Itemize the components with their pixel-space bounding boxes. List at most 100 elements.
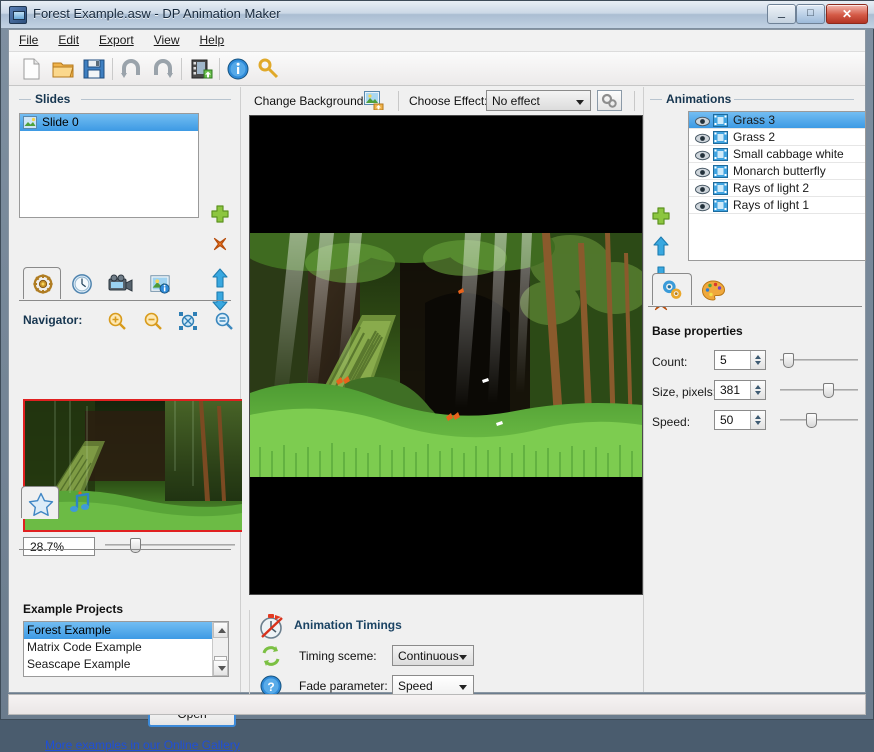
chevron-down-icon [459,685,467,690]
timing-scheme-label: Timing sceme: [299,649,377,663]
list-item[interactable]: Small cabbage white [689,146,865,163]
list-item[interactable]: Seascape Example [24,656,228,673]
add-animation-button[interactable] [650,205,672,227]
redo-icon[interactable] [150,57,174,81]
animation-type-icon [713,131,728,144]
list-item[interactable]: Grass 2 [689,129,865,146]
chevron-down-icon [459,655,467,660]
count-slider[interactable] [780,352,858,368]
open-folder-icon[interactable] [51,57,75,81]
fit-to-window-icon[interactable] [178,311,198,331]
list-item[interactable]: Matrix Code Example [24,639,228,656]
title-bar: Forest Example.asw - DP Animation Maker … [1,1,874,29]
animation-label: Grass 2 [733,130,776,144]
preview-canvas[interactable] [249,115,643,595]
visibility-icon[interactable] [695,183,710,195]
speed-stepper[interactable]: 50 [714,410,766,430]
slider-knob[interactable] [806,413,817,428]
main-toolbar [9,52,865,86]
new-icon[interactable] [19,57,43,81]
tab-timeline[interactable] [62,267,100,299]
list-item[interactable]: Slide 0 [20,114,198,131]
size-spin-buttons[interactable] [750,381,765,399]
tab-navigator[interactable] [23,267,61,300]
menu-view[interactable]: View [144,30,190,49]
effect-select[interactable]: No effect [486,90,591,111]
picture-import-icon[interactable] [364,91,384,111]
change-background-label[interactable]: Change Background [254,94,363,108]
stopwatch-icon [257,612,285,640]
timing-scheme-select[interactable]: Continuous [392,645,474,666]
zoom-out-icon[interactable] [143,311,163,331]
menu-file[interactable]: File [9,30,48,49]
actual-size-icon[interactable] [214,311,234,331]
online-gallery-link[interactable]: More examples in our Online Gallery [45,738,240,752]
tab-music[interactable] [60,486,98,518]
menu-help[interactable]: Help [190,30,235,49]
size-slider[interactable] [780,382,858,398]
minimize-button[interactable]: – [767,4,796,24]
minimize-icon: – [777,9,786,24]
example-projects-list[interactable]: Forest Example Matrix Code Example Seasc… [23,621,229,677]
loop-arrows-icon [259,644,283,668]
count-label: Count: [652,355,688,369]
close-button[interactable]: ✕ [826,4,868,24]
list-item[interactable]: Waterfall Example [24,673,228,676]
fade-parameter-select[interactable]: Speed [392,675,474,696]
slides-list[interactable]: Slide 0 [19,113,199,218]
slider-knob[interactable] [783,353,794,368]
animation-type-icon [713,114,728,127]
menu-export[interactable]: Export [89,30,144,49]
speed-slider[interactable] [780,412,858,428]
list-item[interactable]: Forest Example [24,622,212,639]
visibility-icon[interactable] [695,149,710,161]
undo-icon[interactable] [120,57,144,81]
scroll-down-button[interactable] [213,660,228,676]
visibility-icon[interactable] [695,200,710,212]
menu-bar: File Edit Export View Help [9,30,865,52]
zoom-in-icon[interactable] [107,311,127,331]
list-item[interactable]: Monarch butterfly [689,163,865,180]
application-window: Forest Example.asw - DP Animation Maker … [0,0,874,752]
tab-color-properties[interactable] [693,273,733,305]
chevron-down-icon [576,100,584,105]
export-video-icon[interactable] [189,57,213,81]
move-animation-up-button[interactable] [650,235,672,257]
speed-label: Speed: [652,415,691,429]
list-item[interactable]: Grass 3 [689,112,865,129]
visibility-icon[interactable] [695,166,710,178]
svg-text:?: ? [267,680,274,694]
key-icon[interactable] [257,57,281,81]
animation-timings-title: Animation Timings [294,618,402,632]
info-icon[interactable] [226,57,250,81]
center-panel: Change Background Choose Effect: No effe… [242,87,643,710]
maximize-button[interactable]: □ [796,4,825,24]
scroll-up-button[interactable] [213,622,228,638]
maximize-icon: □ [807,7,814,19]
animations-list[interactable]: Grass 3 Grass 2 Small cabbage white Mona… [688,111,866,261]
count-stepper[interactable]: 5 [714,350,766,370]
effect-settings-button[interactable] [597,90,622,111]
animation-type-icon [713,199,728,212]
visibility-icon[interactable] [695,115,710,127]
menu-edit-label: Edit [58,33,80,47]
slider-knob[interactable] [823,383,834,398]
size-stepper[interactable]: 381 [714,380,766,400]
tab-video[interactable] [101,267,139,299]
tab-example-projects[interactable] [21,486,59,519]
tab-base-properties[interactable] [652,273,692,306]
delete-slide-button[interactable] [209,235,231,257]
close-icon: ✕ [841,7,853,21]
menu-help-label: Help [199,33,225,47]
save-icon[interactable] [82,57,106,81]
visibility-icon[interactable] [695,132,710,144]
list-item[interactable]: Rays of light 1 [689,197,865,214]
count-spin-buttons[interactable] [750,351,765,369]
speed-spin-buttons[interactable] [750,411,765,429]
examples-scrollbar[interactable] [212,622,228,676]
menu-edit[interactable]: Edit [48,30,89,49]
tab-image-info[interactable] [140,267,178,299]
list-item[interactable]: Rays of light 2 [689,180,865,197]
add-slide-button[interactable] [209,203,231,225]
fade-parameter-value: Speed [398,679,433,693]
